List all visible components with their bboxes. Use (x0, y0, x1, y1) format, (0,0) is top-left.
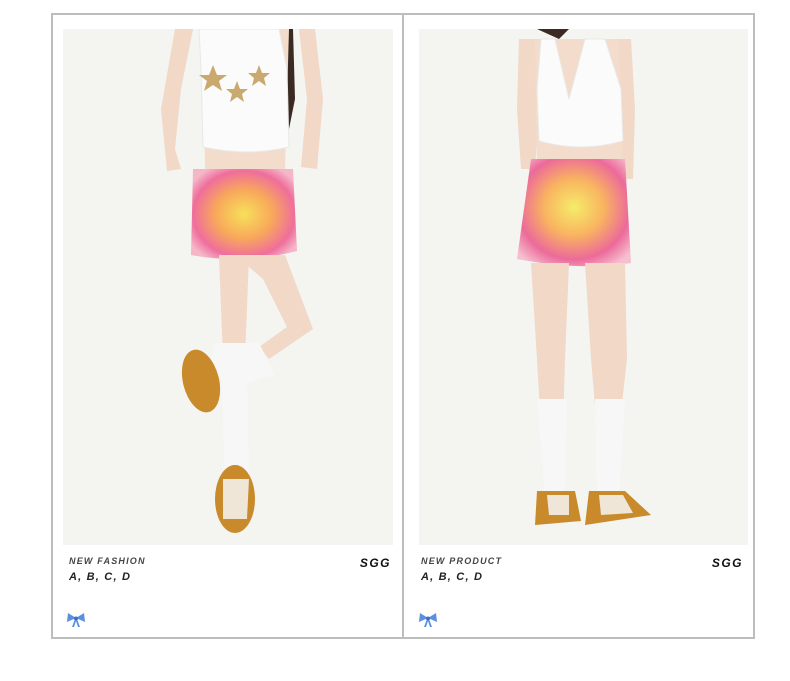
product-photo-front[interactable] (63, 29, 393, 545)
caption-title: NEW FASHION (69, 556, 146, 566)
model-illustration-back (517, 29, 651, 525)
bow-icon (67, 613, 85, 627)
model-illustration-front (161, 29, 323, 533)
product-card-left[interactable]: NEW FASHION A, B, C, D SGG (53, 15, 403, 637)
product-photo-back[interactable] (419, 29, 748, 545)
product-card-right[interactable]: NEW PRODUCT A, B, C, D SGG (405, 15, 755, 637)
caption-title: NEW PRODUCT (421, 556, 503, 566)
brand-logo: SGG (359, 556, 391, 570)
caption-variants: A, B, C, D (69, 571, 132, 583)
brand-logo: SGG (711, 556, 743, 570)
bow-icon (419, 613, 437, 627)
caption-variants: A, B, C, D (421, 571, 484, 583)
